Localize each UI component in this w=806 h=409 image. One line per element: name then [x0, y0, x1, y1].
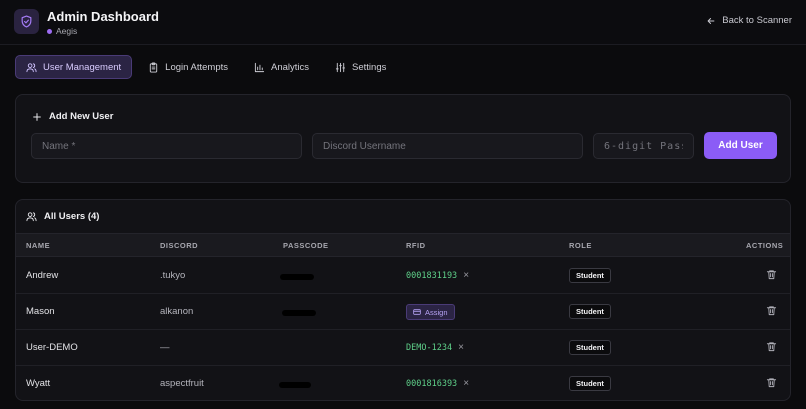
delete-user-trash-icon[interactable]: [766, 341, 777, 352]
passcode-input[interactable]: [593, 133, 694, 159]
name-input[interactable]: [31, 133, 302, 159]
back-link-label: Back to Scanner: [722, 15, 792, 26]
rfid-text: 0001816393: [406, 378, 458, 389]
remove-rfid-icon[interactable]: ×: [458, 342, 464, 353]
tab-user-management[interactable]: User Management: [15, 55, 133, 79]
tab-label: Login Attempts: [165, 61, 229, 73]
assign-rfid-button[interactable]: Assign: [406, 304, 455, 320]
user-name: User-DEMO: [26, 342, 78, 353]
passcode-redacted: [279, 382, 311, 388]
add-user-heading: Add New User: [32, 111, 113, 122]
assign-label: Assign: [425, 307, 448, 317]
all-users-card: All Users (4) NAME DISCORD PASSCODE RFID…: [15, 199, 791, 401]
delete-user-trash-icon[interactable]: [766, 377, 777, 388]
rfid-value: 0001831193 ×: [406, 270, 469, 281]
back-to-scanner-link[interactable]: Back to Scanner: [706, 15, 792, 26]
app-header: Admin Dashboard Aegis Back to Scanner: [0, 0, 806, 45]
tab-label: Settings: [352, 61, 387, 73]
column-header-role: ROLE: [569, 241, 592, 250]
subtitle-text: Aegis: [56, 26, 78, 36]
tab-settings[interactable]: Settings: [325, 55, 396, 79]
rfid-text: DEMO-1234: [406, 342, 453, 353]
sliders-icon: [335, 62, 346, 72]
tab-label: User Management: [43, 61, 122, 73]
column-header-passcode: PASSCODE: [283, 241, 329, 250]
users-icon: [26, 62, 37, 72]
user-name: Andrew: [26, 270, 59, 281]
role-badge: Student: [569, 376, 611, 391]
tab-login-attempts[interactable]: Login Attempts: [138, 55, 238, 79]
user-discord: —: [160, 342, 170, 353]
user-name: Wyatt: [26, 378, 51, 389]
all-users-title: All Users (4): [44, 211, 100, 222]
column-header-rfid: RFID: [406, 241, 426, 250]
card-icon: [413, 309, 421, 315]
column-header-actions: ACTIONS: [746, 241, 784, 250]
passcode-redacted: [282, 310, 316, 316]
users-icon: [26, 212, 37, 222]
clipboard-icon: [149, 61, 158, 73]
table-row: Wyatt aspectfruit 0001816393 × Student: [16, 366, 790, 400]
role-badge: Student: [569, 340, 611, 355]
user-discord: alkanon: [160, 306, 194, 317]
tab-bar: User Management Login Attempts Analytics…: [15, 55, 396, 79]
app-title: Admin Dashboard: [47, 9, 159, 24]
bar-chart-icon: [254, 62, 265, 72]
remove-rfid-icon[interactable]: ×: [463, 378, 469, 389]
add-user-title: Add New User: [49, 111, 114, 122]
user-discord: .tukyo: [160, 270, 186, 281]
user-name: Mason: [26, 306, 55, 317]
role-badge: Student: [569, 268, 611, 283]
user-discord: aspectfruit: [160, 378, 204, 389]
all-users-heading: All Users (4): [26, 211, 99, 222]
rfid-value: DEMO-1234 ×: [406, 342, 464, 353]
add-user-button[interactable]: Add User: [704, 132, 777, 159]
remove-rfid-icon[interactable]: ×: [463, 270, 469, 281]
delete-user-trash-icon[interactable]: [766, 269, 777, 280]
table-row: Mason alkanon Assign Student: [16, 294, 790, 330]
tab-label: Analytics: [271, 61, 310, 73]
table-row: Andrew .tukyo 0001831193 × Student: [16, 258, 790, 294]
passcode-redacted: [280, 274, 314, 280]
app-subtitle: Aegis: [47, 26, 77, 36]
column-header-name: NAME: [26, 241, 51, 250]
rfid-value: 0001816393 ×: [406, 378, 469, 389]
arrow-left-icon: [707, 17, 715, 24]
role-badge: Student: [569, 304, 611, 319]
table-header: NAME DISCORD PASSCODE RFID ROLE ACTIONS: [16, 233, 790, 257]
discord-username-input[interactable]: [312, 133, 583, 159]
plus-icon: [33, 112, 41, 121]
delete-user-trash-icon[interactable]: [766, 305, 777, 316]
add-user-card: Add New User Add User: [15, 94, 791, 183]
shield-logo-icon: [14, 9, 39, 34]
tab-analytics[interactable]: Analytics: [244, 55, 319, 79]
column-header-discord: DISCORD: [160, 241, 199, 250]
table-row: User-DEMO — DEMO-1234 × Student: [16, 330, 790, 366]
rfid-text: 0001831193: [406, 270, 458, 281]
status-dot-icon: [47, 28, 52, 34]
